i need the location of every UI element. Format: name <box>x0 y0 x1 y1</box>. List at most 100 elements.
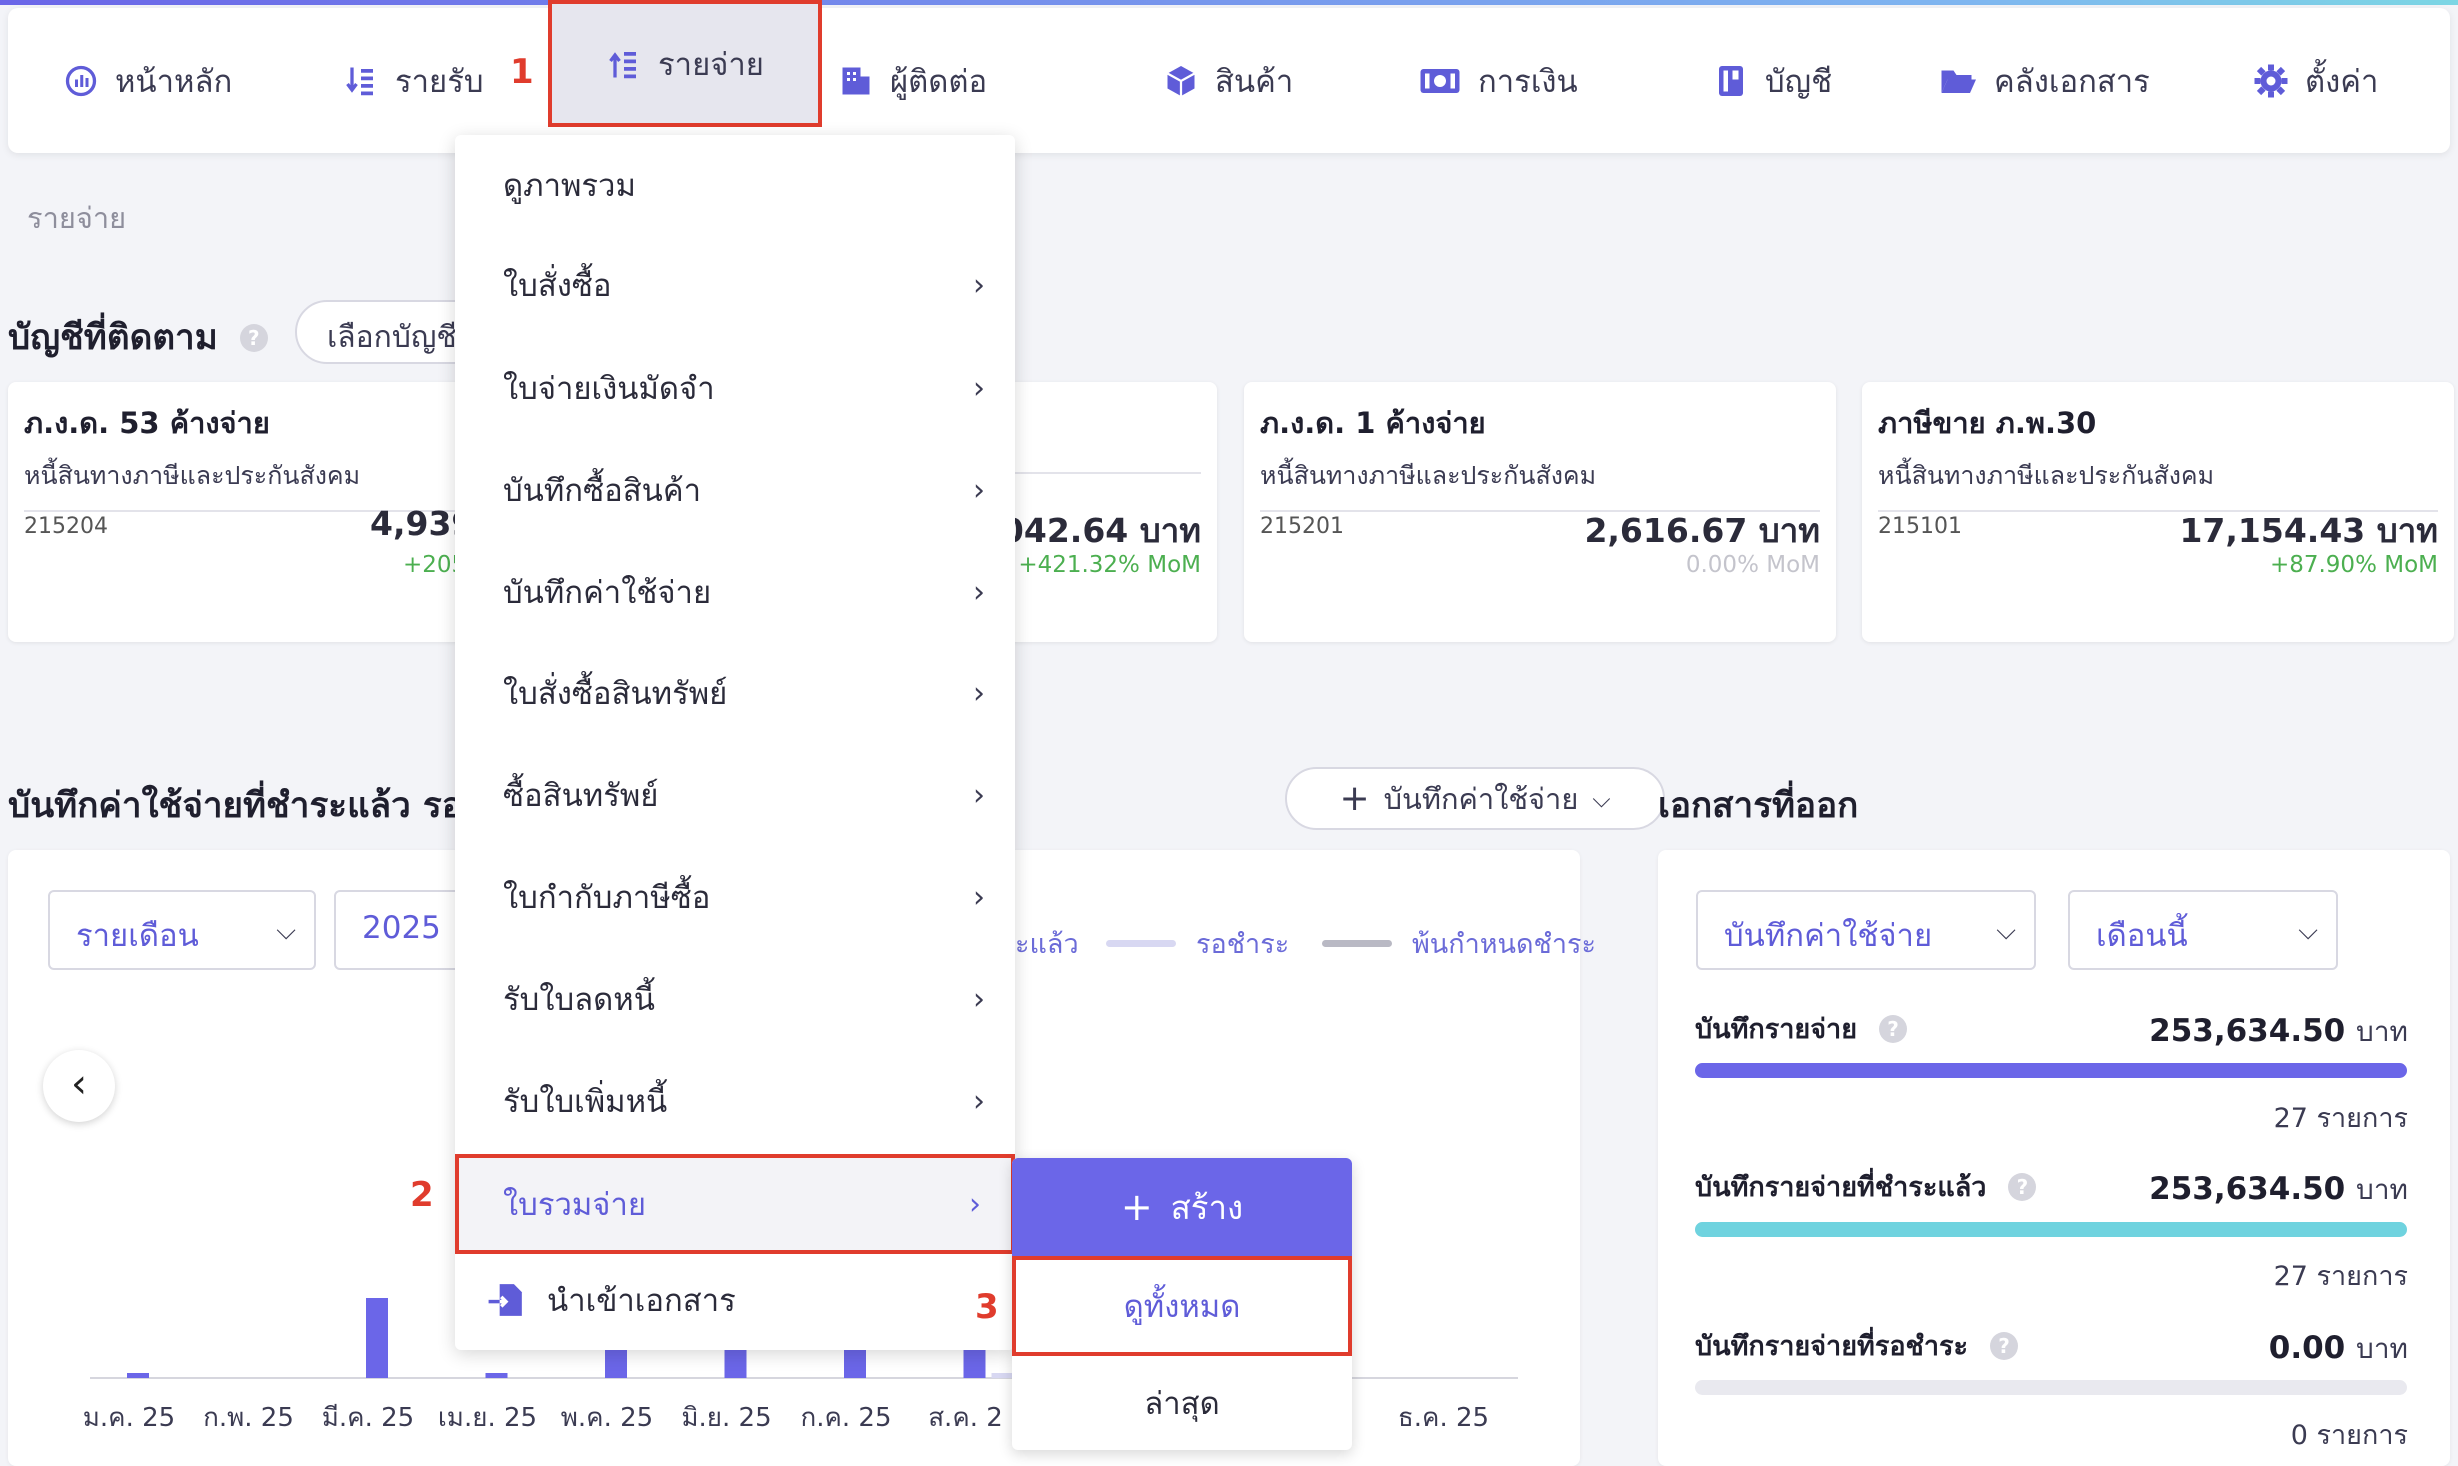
chevron-down-icon: ⌵ <box>1996 916 2016 946</box>
legend-pending: รอชำระ <box>1106 922 1289 965</box>
account-card[interactable]: ภ.ง.ด. 1 ค้างจ่าย หนี้สินทางภาษีและประกั… <box>1244 382 1836 642</box>
record-expense-button[interactable]: + บันทึกค่าใช้จ่าย ⌵ <box>1285 767 1665 830</box>
legend-overdue: พ้นกำหนดชำระ <box>1322 922 1596 965</box>
chart-bar[interactable] <box>991 1373 1014 1378</box>
menu-item-asset-purchase[interactable]: ซื้อสินทรัพย์ › <box>455 745 1015 845</box>
chevron-right-icon: › <box>973 675 985 711</box>
year-select[interactable]: 2025 <box>334 890 474 970</box>
account-card[interactable]: ภาษีขาย ภ.พ.30 หนี้สินทางภาษีและประกันสั… <box>1862 382 2454 642</box>
nav-settings[interactable]: ตั้งค่า <box>2253 8 2378 153</box>
top-navbar: หน้าหลัก รายรับ ผู้ติดต่อ สินค้า การเงิน… <box>8 8 2450 153</box>
document-type-select[interactable]: บันทึกค่าใช้จ่าย ⌵ <box>1696 890 2036 970</box>
nav-expense[interactable]: รายจ่าย <box>548 0 822 127</box>
nav-documents[interactable]: คลังเอกสาร <box>1938 8 2150 153</box>
help-icon[interactable]: ? <box>1990 1331 2019 1360</box>
import-file-icon <box>488 1284 522 1316</box>
doc-row-count: 27 รายการ <box>2273 1261 2408 1292</box>
expense-section-title: บันทึกค่าใช้จ่ายที่ชำระแล้ว รอชำ <box>8 786 507 826</box>
x-tick-label: ธ.ค. 25 <box>1398 1403 1489 1433</box>
help-icon[interactable]: ? <box>1879 1014 1908 1043</box>
help-icon[interactable]: ? <box>239 323 268 352</box>
chevron-right-icon: › <box>973 370 985 406</box>
chart-circle-icon <box>65 65 97 96</box>
sort-down-icon <box>346 67 373 95</box>
menu-item-purchase-tax-invoice[interactable]: ใบกำกับภาษีซื้อ › <box>455 847 1015 947</box>
menu-item-purchase-record[interactable]: บันทึกซื้อสินค้า › <box>455 440 1015 540</box>
nav-accounting[interactable]: บัญชี <box>1713 8 1832 153</box>
menu-item-combined-payment[interactable]: ใบรวมจ่าย › <box>455 1154 1015 1254</box>
gear-icon <box>2254 64 2288 97</box>
doc-row-amount: 253,634.50 บาท <box>2149 1013 2408 1049</box>
chevron-right-icon: › <box>973 1083 985 1119</box>
chevron-down-icon: ⌵ <box>1592 784 1611 813</box>
x-tick-label: มิ.ย. 25 <box>681 1403 771 1433</box>
menu-item-purchase-order[interactable]: ใบสั่งซื้อ › <box>455 235 1015 335</box>
chevron-right-icon: › <box>973 574 985 610</box>
menu-item-expense-record[interactable]: บันทึกค่าใช้จ่าย › <box>455 542 1015 642</box>
nav-home[interactable]: หน้าหลัก <box>63 8 232 153</box>
sort-up-icon <box>609 51 637 78</box>
menu-item-deposit-payment[interactable]: ใบจ่ายเงินมัดจำ › <box>455 338 1015 438</box>
money-icon <box>1420 68 1460 93</box>
folder-open-icon <box>1941 70 1976 93</box>
nav-contacts[interactable]: ผู้ติดต่อ <box>838 8 987 153</box>
doc-row-amount: 0.00 บาท <box>2268 1330 2408 1366</box>
doc-progress-track <box>1695 1380 2407 1395</box>
legend-pending-swatch <box>1106 940 1176 947</box>
doc-row-label: บันทึกรายจ่ายที่รอชำระ? <box>1695 1324 2019 1367</box>
menu-item-debit-note[interactable]: รับใบเพิ่มหนี้ › <box>455 1051 1015 1151</box>
help-icon[interactable]: ? <box>2008 1172 2037 1201</box>
chart-bar[interactable] <box>485 1373 508 1378</box>
chevron-right-icon: › <box>973 981 985 1017</box>
doc-progress-track <box>1695 1063 2407 1078</box>
chevron-down-icon: ⌵ <box>276 916 296 946</box>
chart-prev-button[interactable]: ‹ <box>43 1050 115 1122</box>
x-tick-label: ก.พ. 25 <box>203 1403 294 1433</box>
doc-row-count: 27 รายการ <box>2273 1103 2408 1134</box>
breadcrumb: รายจ่าย <box>27 201 127 235</box>
chevron-right-icon: › <box>973 472 985 508</box>
doc-progress-fill <box>1695 1063 2407 1078</box>
step-marker-1: 1 <box>510 52 534 92</box>
chevron-right-icon: › <box>973 879 985 915</box>
step-marker-2: 2 <box>410 1175 434 1215</box>
legend-paid: ะแล้ว <box>1015 929 1079 960</box>
period-select[interactable]: รายเดือน ⌵ <box>48 890 316 970</box>
nav-income[interactable]: รายรับ <box>343 8 484 153</box>
step-marker-3: 3 <box>975 1287 999 1327</box>
documents-title: เอกสารที่ออก <box>1658 786 1859 826</box>
box-icon <box>1166 65 1196 96</box>
menu-item-overview[interactable]: ดูภาพรวม <box>455 135 1015 235</box>
nav-finance[interactable]: การเงิน <box>1418 8 1578 153</box>
x-tick-label: มี.ค. 25 <box>322 1403 414 1433</box>
doc-progress-track <box>1695 1222 2407 1237</box>
chevron-right-icon: › <box>973 267 985 303</box>
plus-icon: + <box>1339 778 1370 819</box>
view-all-button[interactable]: ดูทั้งหมด <box>1012 1256 1352 1356</box>
tracked-accounts-title: บัญชีที่ติดตาม ? <box>8 310 268 365</box>
x-tick-label: พ.ค. 25 <box>561 1403 653 1433</box>
chevron-right-icon: › <box>973 777 985 813</box>
legend-overdue-swatch <box>1322 940 1392 947</box>
nav-products[interactable]: สินค้า <box>1163 8 1293 153</box>
menu-item-import[interactable]: นำเข้าเอกสาร <box>455 1250 1015 1350</box>
book-icon <box>1719 65 1743 96</box>
document-period-select[interactable]: เดือนนี้ ⌵ <box>2068 890 2338 970</box>
menu-item-asset-purchase-order[interactable]: ใบสั่งซื้อสินทรัพย์ › <box>455 643 1015 743</box>
doc-row-label: บันทึกรายจ่ายที่ชำระแล้ว? <box>1695 1165 2037 1208</box>
menu-item-credit-note[interactable]: รับใบลดหนี้ › <box>455 949 1015 1049</box>
create-button[interactable]: + สร้าง <box>1012 1158 1352 1256</box>
x-tick-label: เม.ย. 25 <box>438 1403 537 1433</box>
building-icon <box>842 67 870 94</box>
x-tick-label: ม.ค. 25 <box>83 1403 175 1433</box>
doc-progress-fill <box>1695 1222 2407 1237</box>
latest-button[interactable]: ล่าสุด <box>1012 1356 1352 1450</box>
chart-bar[interactable] <box>127 1373 149 1378</box>
doc-row-count: 0 รายการ <box>2290 1420 2408 1451</box>
x-tick-label: ก.ค. 25 <box>800 1403 891 1433</box>
x-tick-label: ส.ค. 2 <box>928 1403 1003 1433</box>
plus-icon: + <box>1120 1185 1153 1229</box>
chevron-down-icon: ⌵ <box>2298 916 2318 946</box>
doc-row-amount: 253,634.50 บาท <box>2149 1171 2408 1207</box>
chart-bar[interactable] <box>366 1298 388 1378</box>
